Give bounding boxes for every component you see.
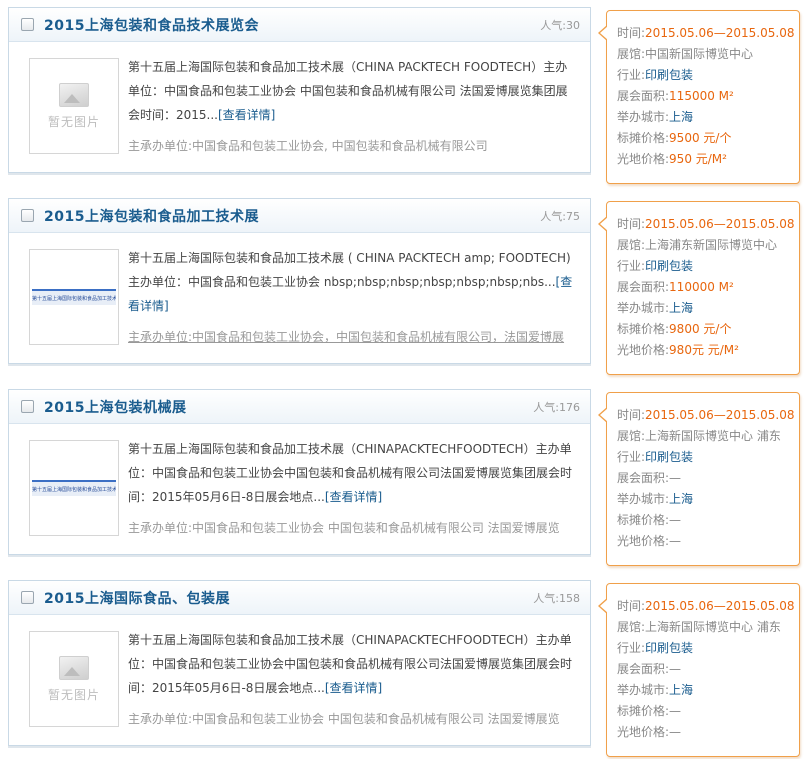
banner-text: 第十五届上海国际包装和食品加工技术展 <box>32 486 116 493</box>
industry-link[interactable]: 印刷包装 <box>645 259 693 273</box>
exhibition-title-link[interactable]: 2015上海包装机械展 <box>44 397 186 417</box>
info-venue: 展馆:上海新国际博览中心 浦东 <box>617 429 781 443</box>
info-venue: 展馆:中国新国际博览中心 <box>617 47 754 61</box>
exhibition-thumbnail[interactable]: 暂无图片 <box>29 58 119 154</box>
select-checkbox[interactable] <box>21 591 34 604</box>
exhibition-entry: 2015上海包装机械展 人气:176 第十五届上海国际包装和食品加工技术展 第十… <box>0 389 806 569</box>
info-area: 展会面积:— <box>617 471 682 485</box>
card-header: 2015上海包装机械展 人气:176 <box>9 390 590 424</box>
info-area: 展会面积:115000 M² <box>617 89 734 103</box>
info-raw-space-price: 光地价格:— <box>617 725 682 739</box>
exhibition-card: 2015上海包装和食品加工技术展 人气:75 第十五届上海国际包装和食品加工技术… <box>8 198 591 364</box>
exhibition-thumbnail[interactable]: 第十五届上海国际包装和食品加工技术展 <box>29 249 119 345</box>
view-details-link[interactable]: [查看详情] <box>325 490 382 504</box>
exhibition-description: 第十五届上海国际包装和食品加工技术展 ( CHINA PACKTECH amp;… <box>128 251 573 313</box>
exhibition-description: 第十五届上海国际包装和食品加工技术展（CHINA PACKTECH FOODTE… <box>128 60 568 122</box>
exhibition-thumbnail[interactable]: 第十五届上海国际包装和食品加工技术展 <box>29 440 119 536</box>
exhibition-info-panel: 时间:2015.05.06—2015.05.08 展馆:上海浦东新国际博览中心 … <box>598 201 800 375</box>
info-raw-space-price: 光地价格:— <box>617 534 682 548</box>
exhibition-description: 第十五届上海国际包装和食品加工技术展（CHINAPACKTECHFOODTECH… <box>128 442 573 504</box>
info-time: 时间:2015.05.06—2015.05.08 <box>617 599 795 613</box>
popularity-count: 人气:176 <box>533 401 580 414</box>
exhibition-card: 2015上海包装机械展 人气:176 第十五届上海国际包装和食品加工技术展 第十… <box>8 389 591 555</box>
info-industry: 行业:印刷包装 <box>617 450 694 464</box>
banner-text: 第十五届上海国际包装和食品加工技术展 <box>32 295 116 302</box>
exhibition-entry: 2015上海包装和食品技术展览会 人气:30 暂无图片 第十五届上海国际包装和食… <box>0 7 806 187</box>
info-industry: 行业:印刷包装 <box>617 68 694 82</box>
no-image-label: 暂无图片 <box>47 114 100 129</box>
organizers-text: 主承办单位:中国食品和包装工业协会 中国包装和食品机械有限公司 法国爱博展览 <box>128 712 560 726</box>
banner-thumbnail: 第十五届上海国际包装和食品加工技术展 <box>30 441 118 535</box>
card-header: 2015上海国际食品、包装展 人气:158 <box>9 581 590 615</box>
city-link[interactable]: 上海 <box>669 110 693 124</box>
select-checkbox[interactable] <box>21 400 34 413</box>
industry-link[interactable]: 印刷包装 <box>645 641 693 655</box>
image-placeholder-icon <box>59 655 89 680</box>
banner-strip: 第十五届上海国际包装和食品加工技术展 <box>32 289 116 305</box>
image-placeholder-icon <box>59 82 89 107</box>
exhibition-card: 2015上海包装和食品技术展览会 人气:30 暂无图片 第十五届上海国际包装和食… <box>8 7 591 173</box>
exhibition-thumbnail[interactable]: 暂无图片 <box>29 631 119 727</box>
info-venue: 展馆:上海新国际博览中心 浦东 <box>617 620 781 634</box>
exhibition-description: 第十五届上海国际包装和食品加工技术展（CHINAPACKTECHFOODTECH… <box>128 633 573 695</box>
info-city: 举办城市:上海 <box>617 492 694 506</box>
info-booth-price: 标摊价格:— <box>617 704 682 718</box>
organizers-text: 主承办单位:中国食品和包装工业协会, 中国包装和食品机械有限公司 <box>128 139 488 153</box>
card-header: 2015上海包装和食品加工技术展 人气:75 <box>9 199 590 233</box>
exhibition-info-panel: 时间:2015.05.06—2015.05.08 展馆:上海新国际博览中心 浦东… <box>598 583 800 757</box>
card-header: 2015上海包装和食品技术展览会 人气:30 <box>9 8 590 42</box>
info-area: 展会面积:110000 M² <box>617 280 734 294</box>
info-booth-price: 标摊价格:— <box>617 513 682 527</box>
city-link[interactable]: 上海 <box>669 301 693 315</box>
info-booth-price: 标摊价格:9800 元/个 <box>617 322 732 336</box>
info-raw-space-price: 光地价格:980元 元/M² <box>617 343 739 357</box>
organizers-text: 主承办单位:中国食品和包装工业协会 中国包装和食品机械有限公司 法国爱博展览 <box>128 521 560 535</box>
popularity-count: 人气:75 <box>540 210 580 223</box>
industry-link[interactable]: 印刷包装 <box>645 450 693 464</box>
select-checkbox[interactable] <box>21 209 34 222</box>
no-image-label: 暂无图片 <box>47 687 100 702</box>
exhibition-info-panel: 时间:2015.05.06—2015.05.08 展馆:上海新国际博览中心 浦东… <box>598 392 800 566</box>
industry-link[interactable]: 印刷包装 <box>645 68 693 82</box>
exhibition-title-link[interactable]: 2015上海包装和食品加工技术展 <box>44 206 259 226</box>
info-city: 举办城市:上海 <box>617 301 694 315</box>
info-venue: 展馆:上海浦东新国际博览中心 <box>617 238 778 252</box>
view-details-link[interactable]: [查看详情] <box>325 681 382 695</box>
info-city: 举办城市:上海 <box>617 683 694 697</box>
exhibition-card: 2015上海国际食品、包装展 人气:158 暂无图片 第十五届上海国际包装和食品… <box>8 580 591 746</box>
city-link[interactable]: 上海 <box>669 683 693 697</box>
city-link[interactable]: 上海 <box>669 492 693 506</box>
organizers-text: 主承办单位:中国食品和包装工业协会，中国包装和食品机械有限公司，法国爱博展 <box>128 330 565 344</box>
popularity-count: 人气:30 <box>540 19 580 32</box>
info-area: 展会面积:— <box>617 662 682 676</box>
banner-thumbnail: 第十五届上海国际包装和食品加工技术展 <box>30 250 118 344</box>
info-time: 时间:2015.05.06—2015.05.08 <box>617 408 795 422</box>
info-industry: 行业:印刷包装 <box>617 259 694 273</box>
no-image-placeholder: 暂无图片 <box>30 59 118 153</box>
view-details-link[interactable]: [查看详情] <box>218 108 275 122</box>
exhibition-title-link[interactable]: 2015上海包装和食品技术展览会 <box>44 15 259 35</box>
exhibition-entry: 2015上海包装和食品加工技术展 人气:75 第十五届上海国际包装和食品加工技术… <box>0 198 806 378</box>
exhibition-entry: 2015上海国际食品、包装展 人气:158 暂无图片 第十五届上海国际包装和食品… <box>0 580 806 759</box>
exhibition-info-panel: 时间:2015.05.06—2015.05.08 展馆:中国新国际博览中心 行业… <box>598 10 800 184</box>
no-image-placeholder: 暂无图片 <box>30 632 118 726</box>
info-industry: 行业:印刷包装 <box>617 641 694 655</box>
exhibition-title-link[interactable]: 2015上海国际食品、包装展 <box>44 588 230 608</box>
info-booth-price: 标摊价格:9500 元/个 <box>617 131 732 145</box>
select-checkbox[interactable] <box>21 18 34 31</box>
info-time: 时间:2015.05.06—2015.05.08 <box>617 26 795 40</box>
banner-strip: 第十五届上海国际包装和食品加工技术展 <box>32 480 116 496</box>
popularity-count: 人气:158 <box>533 592 580 605</box>
info-city: 举办城市:上海 <box>617 110 694 124</box>
info-raw-space-price: 光地价格:950 元/M² <box>617 152 727 166</box>
info-time: 时间:2015.05.06—2015.05.08 <box>617 217 795 231</box>
